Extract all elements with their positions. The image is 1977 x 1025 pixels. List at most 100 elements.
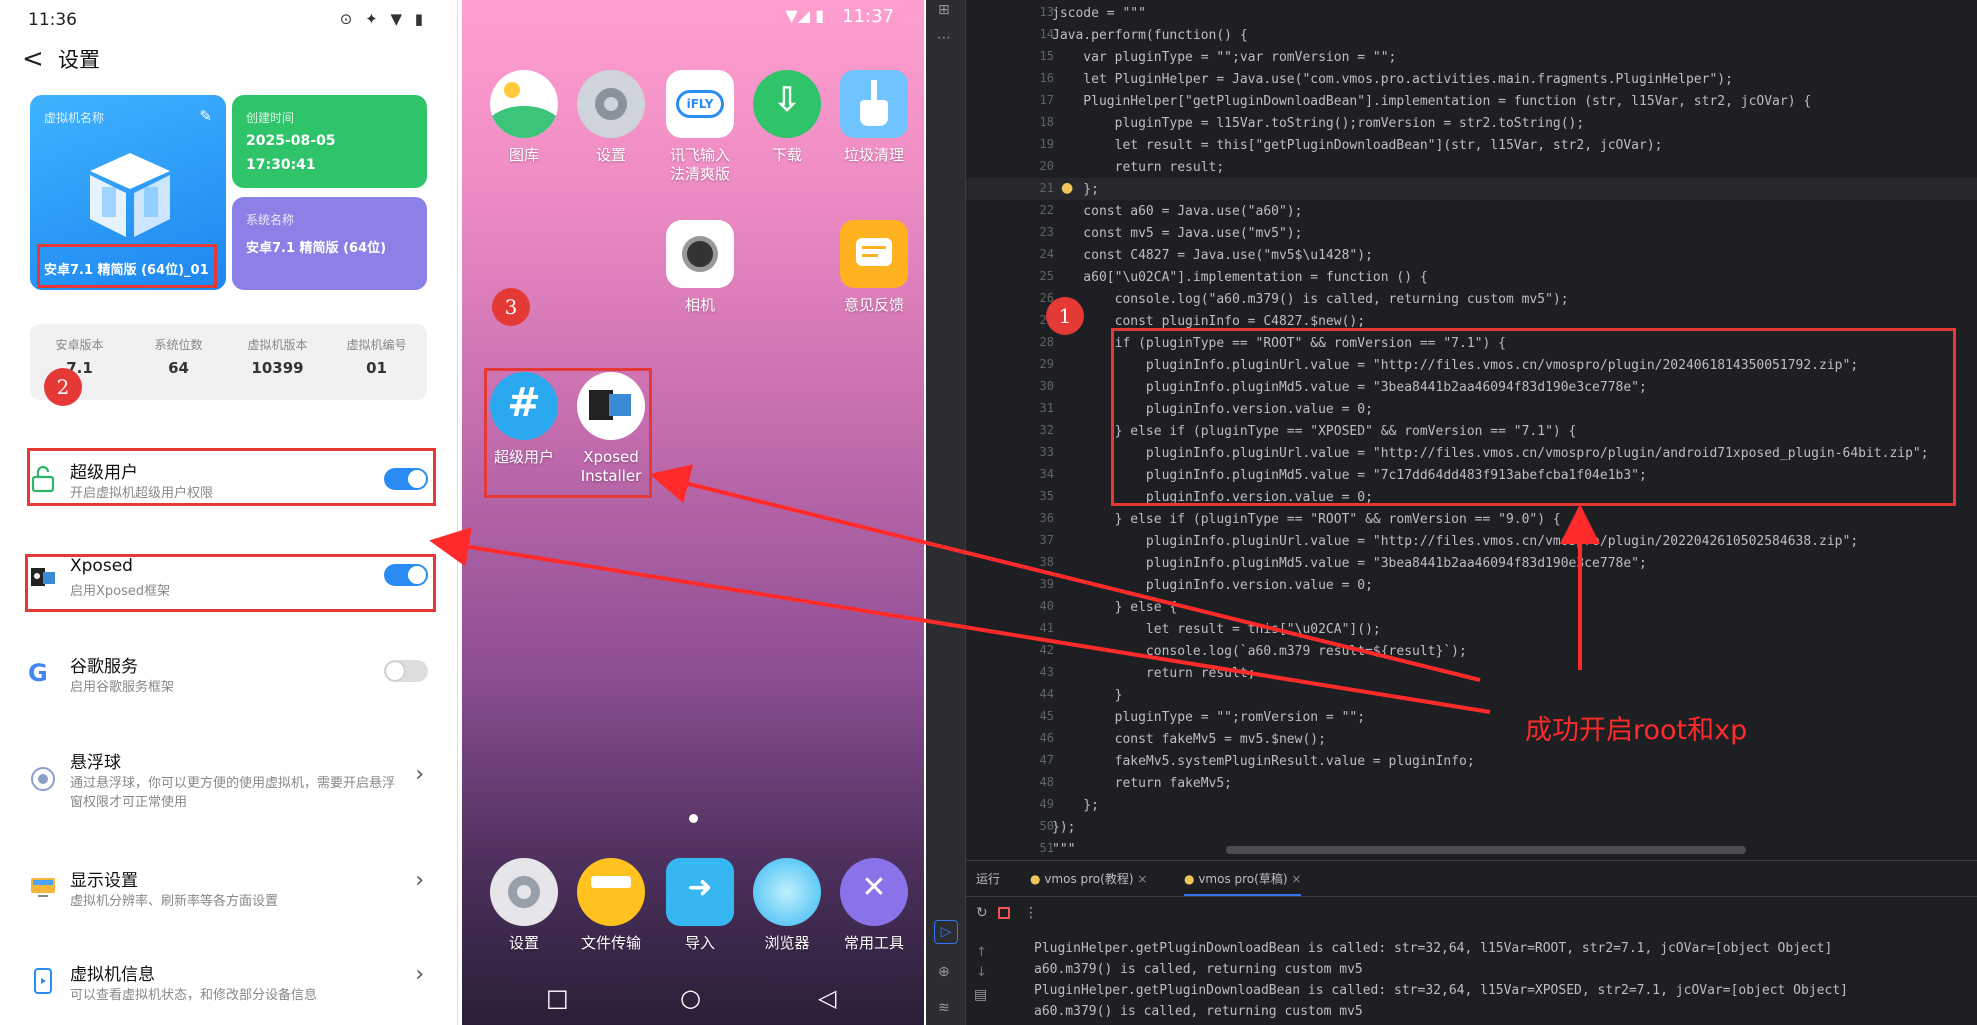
broom-icon	[840, 70, 908, 138]
line-number: 43	[1039, 665, 1054, 679]
highlight-box-xposed	[25, 554, 436, 612]
app-label: 导入	[684, 934, 715, 952]
code-line: return result;	[1052, 666, 1256, 681]
nav-home-button[interactable]: ○	[680, 984, 701, 1012]
soft-wrap-icon[interactable]: ▤	[974, 987, 987, 1003]
status-time: 11:37	[842, 6, 894, 27]
app-feedback[interactable]: 意见反馈	[832, 220, 916, 315]
python-icon: ●	[1030, 872, 1041, 886]
code-line: pluginType = "";romVersion = "";	[1052, 710, 1366, 725]
close-icon[interactable]: ×	[1291, 872, 1301, 886]
display-icon	[31, 878, 55, 897]
import-icon: ➜	[666, 858, 734, 926]
app-label-line: 讯飞输入	[669, 146, 730, 164]
setting-subtitle: 启用谷歌服务框架	[70, 680, 175, 695]
nav-back-button[interactable]: ◁	[818, 984, 836, 1012]
line-number: 45	[1039, 709, 1054, 723]
line-number: 50	[1039, 819, 1054, 833]
setting-row-vm-info[interactable]: 虚拟机信息 可以查看虚拟机状态，和修改部分设备信息 ›	[28, 960, 428, 1006]
line-number: 29	[1039, 357, 1054, 371]
tab-label: vmos pro(草稿)	[1198, 872, 1288, 886]
tab-label: vmos pro(教程)	[1044, 872, 1134, 886]
code-line: } else if (pluginType == "ROOT" && romVe…	[1052, 512, 1561, 527]
stop-icon[interactable]	[998, 907, 1010, 919]
float-ball-icon	[31, 767, 55, 791]
line-number: 44	[1039, 687, 1054, 701]
line-number: 27	[966, 313, 1054, 327]
dock-file-transfer[interactable]: 文件传输	[569, 858, 653, 953]
scroll-down-icon[interactable]: ↓	[976, 965, 987, 980]
dock-tools[interactable]: ✕ 常用工具	[832, 858, 916, 953]
phone-info-icon	[34, 968, 52, 994]
code-line: });	[1052, 820, 1076, 835]
rerun-icon[interactable]: ↻	[976, 905, 988, 921]
back-button[interactable]: <	[22, 44, 44, 74]
output-line: PluginHelper.getPluginDownloadBean is ca…	[1034, 941, 1833, 956]
tab-vmos-draft[interactable]: ● vmos pro(草稿) ×	[1184, 870, 1302, 896]
code-line: pluginInfo.pluginUrl.value = "http://fil…	[1052, 534, 1859, 549]
code-line: return fakeMv5;	[1052, 776, 1233, 791]
setting-row-float-ball[interactable]: 悬浮球 通过悬浮球，你可以更方便的使用虚拟机，需要开启悬浮窗权限才可正常使用 ›	[28, 748, 428, 810]
line-number: 40	[1039, 599, 1054, 613]
line-number: 15	[1039, 49, 1054, 63]
line-number: 33	[1039, 445, 1054, 459]
info-cell: 虚拟机版本 10399	[228, 336, 327, 377]
close-icon[interactable]: ×	[1137, 872, 1147, 886]
line-number: 26	[1039, 291, 1054, 305]
tab-vmos-tutorial[interactable]: ● vmos pro(教程) ×	[1030, 870, 1147, 887]
run-label: 运行	[976, 872, 1001, 886]
app-camera[interactable]: 相机	[658, 220, 742, 315]
dock-settings[interactable]: 设置	[482, 858, 566, 953]
info-cell: 系统位数 64	[129, 336, 228, 377]
feedback-icon	[840, 220, 908, 288]
code-line: }	[1052, 688, 1123, 703]
app-cleaner[interactable]: 垃圾清理	[832, 70, 916, 165]
google-toggle[interactable]	[384, 660, 428, 682]
info-value: 01	[366, 359, 387, 377]
code-line: a60["\u02CA"].implementation = function …	[1052, 270, 1428, 285]
app-ifly[interactable]: iFLY 讯飞输入 法清爽版	[658, 70, 742, 184]
python-console-icon[interactable]: ⊕	[938, 964, 950, 980]
output-line: PluginHelper.getPluginDownloadBean is ca…	[1034, 983, 1848, 998]
layers-icon[interactable]: ≋	[938, 1000, 950, 1016]
info-value: 64	[168, 359, 189, 377]
app-gallery[interactable]: 图库	[482, 70, 566, 165]
line-number: 19	[1039, 137, 1054, 151]
dock-browser[interactable]: 浏览器	[745, 858, 829, 953]
setting-row-google[interactable]: G 谷歌服务 启用谷歌服务框架	[28, 652, 428, 698]
setting-subtitle: 可以查看虚拟机状态，和修改部分设备信息	[70, 988, 318, 1003]
nav-recents-button[interactable]: □	[546, 984, 569, 1012]
line-number: 20	[1039, 159, 1054, 173]
horizontal-scrollbar[interactable]	[1226, 846, 1746, 854]
info-key: 安卓版本	[55, 338, 104, 352]
dock-import[interactable]: ➜ 导入	[658, 858, 742, 953]
setting-row-display[interactable]: 显示设置 虚拟机分辨率、刷新率等各方面设置 ›	[28, 866, 428, 912]
folder-icon	[577, 858, 645, 926]
code-line: pluginInfo.version.value = 0;	[1052, 578, 1373, 593]
more-icon[interactable]: ⋯	[937, 30, 951, 46]
line-number: 35	[1039, 489, 1054, 503]
app-label: 意见反馈	[843, 296, 904, 314]
app-download[interactable]: ⇩ 下载	[745, 70, 829, 165]
more-options-icon[interactable]: ⋮	[1024, 905, 1038, 921]
info-key: 系统位数	[154, 338, 203, 352]
info-key: 虚拟机编号	[346, 338, 407, 352]
page-title: 设置	[58, 48, 100, 72]
code-line: pluginInfo.pluginMd5.value = "3bea8441b2…	[1052, 556, 1647, 571]
scroll-up-icon[interactable]: ↑	[976, 945, 987, 960]
structure-icon[interactable]: ⊞	[938, 2, 950, 18]
setting-subtitle: 通过悬浮球，你可以更方便的使用虚拟机，需要开启悬浮窗权限才可正常使用	[70, 776, 396, 810]
app-settings[interactable]: 设置	[569, 70, 653, 165]
highlight-box-superuser	[27, 448, 436, 506]
edit-icon[interactable]: ✎	[199, 107, 212, 125]
code-line: let result = this["getPluginDownloadBean…	[1052, 138, 1663, 153]
system-name-value: 安卓7.1 精简版 (64位)	[246, 241, 387, 256]
code-line: PluginHelper["getPluginDownloadBean"].im…	[1052, 94, 1812, 109]
setting-title: 显示设置	[70, 871, 138, 891]
app-label-line: 法清爽版	[669, 165, 730, 183]
gear-icon	[490, 858, 558, 926]
code-line: pluginType = l15Var.toString();romVersio…	[1052, 116, 1585, 131]
run-icon[interactable]: ▷	[934, 920, 958, 944]
info-value: 7.1	[66, 359, 93, 377]
google-icon: G	[28, 659, 48, 687]
